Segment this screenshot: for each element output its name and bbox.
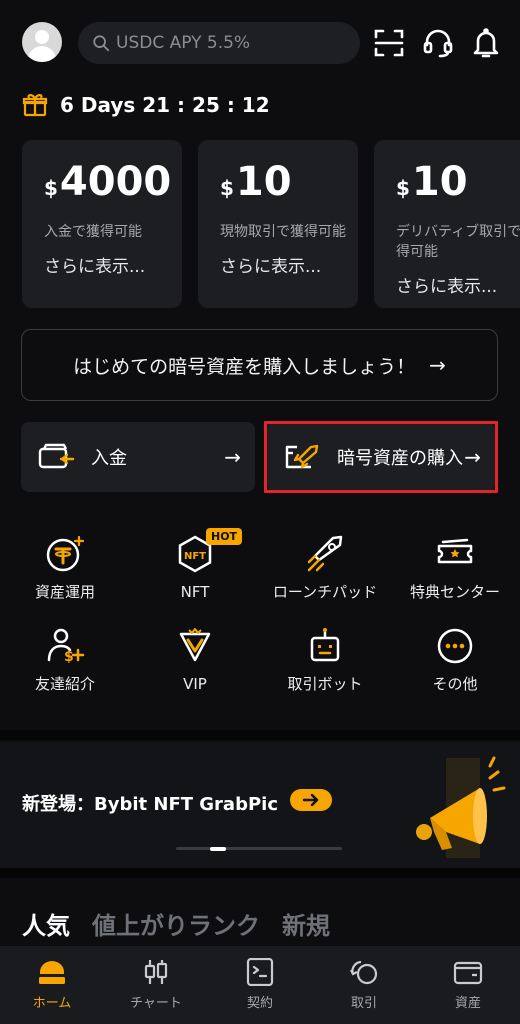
- feature-label: NFT: [180, 583, 210, 601]
- feature-label: 友達紹介: [34, 675, 95, 693]
- more-dots-icon: [433, 624, 477, 668]
- nav-home[interactable]: ホーム: [0, 946, 104, 1024]
- ticket-icon: [433, 532, 477, 576]
- carousel-indicator: [176, 846, 342, 851]
- bottom-nav: ホーム チャート 契約 取引 資産: [0, 946, 520, 1024]
- countdown-timer: 6 Days 21 : 25 : 12: [22, 92, 270, 118]
- market-tabs: 人気 値上がりランク 新規: [22, 906, 352, 941]
- search-bar[interactable]: [78, 22, 360, 64]
- reward-more-link[interactable]: さらに表示...: [44, 252, 182, 277]
- reward-card-derivatives[interactable]: $10 デリバティブ取引で獲得可能 さらに表示...: [374, 140, 520, 308]
- feature-vip[interactable]: VIP: [130, 624, 260, 693]
- feature-label: その他: [432, 675, 478, 693]
- promo-arrow-button[interactable]: [290, 789, 332, 811]
- countdown-text: 6 Days 21 : 25 : 12: [60, 93, 270, 117]
- feature-more[interactable]: その他: [390, 624, 520, 693]
- feature-trading-bot[interactable]: 取引ボット: [260, 624, 390, 693]
- contract-icon: [246, 958, 274, 986]
- arrow-right-icon: →: [429, 353, 446, 377]
- launchpad-rocket-icon: [303, 532, 347, 576]
- megaphone-icon: [416, 756, 506, 858]
- reward-desc: 入金で獲得可能: [44, 224, 142, 240]
- earn-icon: [43, 532, 87, 576]
- candlestick-icon: [144, 960, 168, 984]
- search-icon: [93, 35, 110, 52]
- wallet-icon: [453, 961, 483, 985]
- nav-trade[interactable]: 取引: [312, 946, 416, 1024]
- section-divider: [0, 868, 520, 878]
- reward-amount: 10: [235, 159, 292, 205]
- reward-desc: 現物取引で獲得可能: [220, 224, 346, 240]
- nav-label: ホーム: [32, 996, 72, 1011]
- reward-card-spot[interactable]: $10 現物取引で獲得可能 さらに表示...: [198, 140, 358, 308]
- nav-label: 契約: [246, 996, 273, 1011]
- arrow-right-icon: →: [224, 445, 241, 469]
- reward-currency: $: [220, 176, 234, 200]
- nav-chart[interactable]: チャート: [104, 946, 208, 1024]
- feature-launchpad[interactable]: ローンチパッド: [260, 532, 390, 601]
- feature-earn[interactable]: 資産運用: [0, 532, 130, 601]
- reward-amount: 4000: [59, 159, 172, 205]
- tab-top-gainers[interactable]: 値上がりランク: [92, 906, 260, 941]
- reward-amount: 10: [411, 159, 468, 205]
- first-purchase-banner[interactable]: はじめての暗号資産を購入しましょう！ →: [21, 329, 498, 401]
- tab-new[interactable]: 新規: [282, 906, 330, 941]
- support-icon[interactable]: [421, 26, 455, 60]
- reward-currency: $: [396, 176, 410, 200]
- avatar[interactable]: [22, 22, 62, 62]
- nav-label: 資産: [454, 996, 481, 1011]
- nav-assets[interactable]: 資産: [416, 946, 520, 1024]
- nav-label: 取引: [350, 996, 377, 1011]
- hot-badge: HOT: [206, 528, 243, 545]
- section-divider: [0, 730, 520, 740]
- nav-label: チャート: [130, 996, 182, 1011]
- svg-text:NFT: NFT: [184, 551, 206, 562]
- first-purchase-label: はじめての暗号資産を購入しましょう！: [73, 355, 416, 378]
- trade-coins-icon: [350, 960, 378, 985]
- feature-referral[interactable]: $ 友達紹介: [0, 624, 130, 693]
- reward-more-link[interactable]: さらに表示...: [396, 272, 520, 297]
- tab-popular[interactable]: 人気: [22, 906, 70, 941]
- reward-more-link[interactable]: さらに表示...: [220, 252, 358, 277]
- svg-text:$: $: [64, 649, 74, 665]
- bell-icon[interactable]: [469, 26, 503, 60]
- search-input[interactable]: [116, 33, 336, 53]
- vip-crown-icon: [173, 624, 217, 668]
- home-icon: [39, 961, 65, 984]
- deposit-button[interactable]: 入金 →: [21, 422, 255, 492]
- nav-contract[interactable]: 契約: [208, 946, 312, 1024]
- referral-icon: $: [43, 624, 87, 668]
- highlight-box: [264, 421, 498, 493]
- reward-desc: デリバティブ取引で獲得可能: [396, 224, 520, 260]
- feature-label: 取引ボット: [287, 675, 363, 693]
- feature-label: VIP: [183, 675, 207, 693]
- feature-rewards-hub[interactable]: 特典センター: [390, 532, 520, 601]
- feature-label: 資産運用: [34, 583, 95, 601]
- arrow-right-icon: [302, 794, 319, 806]
- deposit-label: 入金: [91, 448, 127, 469]
- reward-card-deposit[interactable]: $4000 入金で獲得可能 さらに表示...: [22, 140, 182, 308]
- bot-icon: [303, 624, 347, 668]
- feature-label: 特典センター: [409, 583, 500, 601]
- deposit-card-icon: [38, 443, 75, 469]
- feature-label: ローンチパッド: [272, 583, 378, 601]
- promo-text: 新登場：Bybit NFT GrabPic: [22, 794, 278, 815]
- scan-icon[interactable]: [372, 26, 406, 60]
- gift-icon: [22, 94, 48, 117]
- reward-currency: $: [44, 176, 58, 200]
